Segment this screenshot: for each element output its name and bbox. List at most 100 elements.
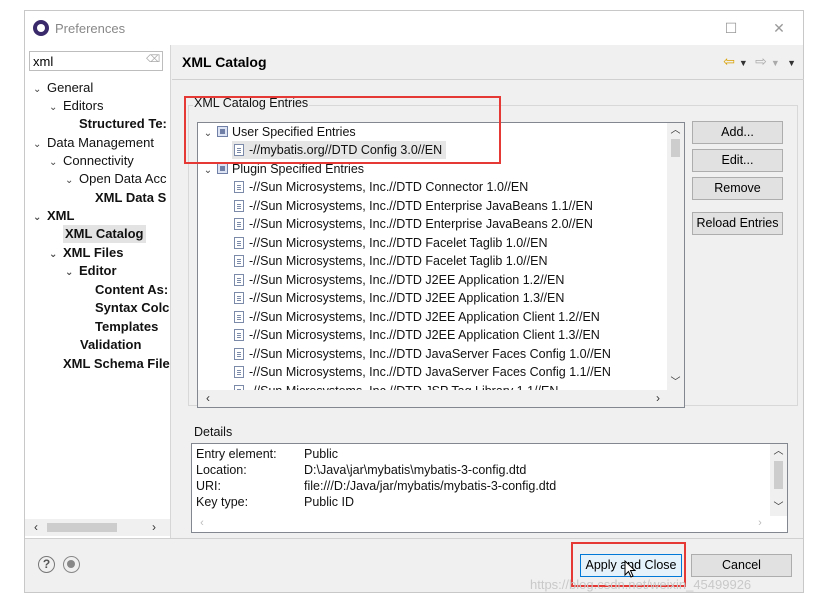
detail-row-uri: URI: file:///D:/Java/jar/mybatis/mybatis-… bbox=[196, 479, 557, 493]
tree-item-user-entries[interactable]: ⌄ User Specified Entries bbox=[202, 123, 356, 141]
title-separator bbox=[172, 79, 804, 80]
dtd-file-icon bbox=[234, 329, 244, 341]
details-vertical-scrollbar[interactable]: ︿ ﹀ bbox=[770, 444, 787, 516]
edit-entry-button[interactable]: Edit... bbox=[692, 149, 783, 172]
mouse-cursor-icon bbox=[624, 560, 636, 578]
dtd-file-icon bbox=[234, 366, 244, 378]
scroll-right-icon[interactable]: › bbox=[752, 515, 768, 532]
clear-filter-icon[interactable]: ⌫ bbox=[146, 54, 160, 66]
details-horizontal-scrollbar[interactable]: ‹ › bbox=[192, 515, 770, 532]
tree-item-xml[interactable]: ⌄ XML bbox=[33, 207, 74, 225]
page-navigation: ⇦ ▼ ⇨ ▼ ▼ bbox=[719, 53, 796, 69]
entries-group-label: XML Catalog Entries bbox=[193, 96, 310, 110]
tree-item-syntax-coloring[interactable]: Syntax Colc bbox=[95, 299, 169, 317]
scroll-left-icon[interactable]: ‹ bbox=[194, 515, 210, 532]
cancel-button[interactable]: Cancel bbox=[691, 554, 792, 577]
dtd-file-icon bbox=[234, 292, 244, 304]
tree-item-open-data-access[interactable]: ⌄ Open Data Acc bbox=[65, 170, 166, 188]
entries-vertical-scrollbar[interactable]: ︿ ﹀ bbox=[667, 123, 684, 391]
dtd-file-icon bbox=[234, 200, 244, 212]
catalog-entry[interactable]: -//Sun Microsystems, Inc.//DTD Connector… bbox=[232, 178, 528, 196]
chevron-down-icon[interactable]: ⌄ bbox=[33, 81, 47, 99]
scroll-right-icon[interactable]: › bbox=[650, 390, 666, 407]
detail-row-key-type: Key type: Public ID bbox=[196, 495, 355, 509]
forward-arrow-icon[interactable]: ⇨ bbox=[755, 53, 767, 70]
eclipse-icon bbox=[33, 20, 49, 36]
scroll-left-icon[interactable]: ‹ bbox=[29, 519, 43, 536]
scrollbar-thumb[interactable] bbox=[671, 139, 680, 157]
catalog-entry[interactable]: -//Sun Microsystems, Inc.//DTD Enterpris… bbox=[232, 215, 593, 233]
preferences-tree: ⌄ General ⌄ Editors Structured Te: ⌄ Data M… bbox=[25, 79, 170, 519]
sidebar-horizontal-scrollbar[interactable]: ‹ › bbox=[25, 519, 170, 536]
dtd-file-icon bbox=[234, 255, 244, 267]
watermark: https://blog.csdn.net/weixin_45499926 bbox=[530, 577, 752, 592]
filter-field[interactable]: ⌫ bbox=[29, 51, 163, 71]
preferences-sidebar: ⌫ ⌄General ⌄Editors Structured Te: ⌄Data… bbox=[25, 45, 171, 538]
catalog-entry[interactable]: -//Sun Microsystems, Inc.//DTD JavaServe… bbox=[232, 363, 611, 381]
catalog-entry[interactable]: -//Sun Microsystems, Inc.//DTD J2EE Appl… bbox=[232, 308, 600, 326]
catalog-entry[interactable]: -//Sun Microsystems, Inc.//DTD Enterpris… bbox=[232, 197, 593, 215]
dtd-file-icon bbox=[234, 348, 244, 360]
scrollbar-thumb[interactable] bbox=[47, 523, 117, 532]
tree-item-general[interactable]: ⌄ General bbox=[33, 79, 93, 97]
add-entry-button[interactable]: Add... bbox=[692, 121, 783, 144]
catalog-entry[interactable]: -//Sun Microsystems, Inc.//DTD J2EE Appl… bbox=[232, 271, 564, 289]
catalog-entries-tree: ⌄ User Specified Entries -//mybatis.org//… bbox=[197, 122, 685, 408]
scroll-up-icon[interactable]: ︿ bbox=[667, 123, 684, 139]
catalog-entry[interactable]: -//Sun Microsystems, Inc.//DTD Facelet T… bbox=[232, 252, 547, 270]
entries-horizontal-scrollbar[interactable]: ‹ › bbox=[198, 390, 684, 407]
dtd-file-icon bbox=[234, 311, 244, 323]
back-arrow-icon[interactable]: ⇦ bbox=[723, 53, 735, 70]
catalog-entry[interactable]: -//Sun Microsystems, Inc.//DTD Facelet T… bbox=[232, 234, 547, 252]
reload-entries-button[interactable]: Reload Entries bbox=[692, 212, 783, 235]
chevron-down-icon[interactable]: ⌄ bbox=[49, 154, 63, 172]
back-dropdown-icon[interactable]: ▼ bbox=[739, 58, 748, 68]
catalog-icon bbox=[217, 163, 228, 174]
tree-item-editor[interactable]: ⌄ Editor bbox=[65, 262, 117, 280]
chevron-down-icon[interactable]: ⌄ bbox=[65, 172, 79, 190]
chevron-down-icon[interactable]: ⌄ bbox=[65, 264, 79, 282]
catalog-entry[interactable]: -//Sun Microsystems, Inc.//DTD J2EE Appl… bbox=[232, 289, 564, 307]
scrollbar-thumb[interactable] bbox=[774, 461, 783, 489]
scroll-left-icon[interactable]: ‹ bbox=[200, 390, 216, 407]
remove-entry-button[interactable]: Remove bbox=[692, 177, 783, 200]
tree-item-content-assist[interactable]: Content As: bbox=[95, 281, 168, 299]
tree-item-validation[interactable]: Validation bbox=[80, 336, 141, 354]
tree-item-connectivity[interactable]: ⌄ Connectivity bbox=[49, 152, 134, 170]
chevron-down-icon[interactable]: ⌄ bbox=[49, 246, 63, 264]
tree-item-plugin-entries[interactable]: ⌄ Plugin Specified Entries bbox=[202, 160, 364, 178]
chevron-down-icon[interactable]: ⌄ bbox=[49, 99, 63, 117]
catalog-entry-selected[interactable]: -//mybatis.org//DTD Config 3.0//EN bbox=[232, 141, 447, 159]
tree-item-structured-text[interactable]: Structured Te: bbox=[79, 115, 167, 133]
tree-item-xml-schema-files[interactable]: XML Schema File bbox=[63, 355, 170, 373]
scroll-up-icon[interactable]: ︿ bbox=[770, 444, 787, 460]
scroll-right-icon[interactable]: › bbox=[147, 519, 161, 536]
details-label: Details bbox=[194, 425, 233, 439]
forward-dropdown-icon[interactable]: ▼ bbox=[771, 58, 780, 68]
filter-input[interactable] bbox=[30, 52, 140, 70]
chevron-down-icon[interactable]: ⌄ bbox=[202, 162, 214, 180]
record-macro-icon[interactable] bbox=[63, 556, 80, 573]
chevron-down-icon[interactable]: ⌄ bbox=[33, 209, 47, 227]
tree-item-editors[interactable]: ⌄ Editors bbox=[49, 97, 103, 115]
catalog-entry[interactable]: -//Sun Microsystems, Inc.//DTD JavaServe… bbox=[232, 345, 611, 363]
window-title: Preferences bbox=[55, 21, 126, 36]
chevron-down-icon[interactable]: ⌄ bbox=[202, 125, 214, 143]
title-bar: Preferences ☐ ✕ bbox=[25, 11, 803, 45]
tree-item-data-management[interactable]: ⌄ Data Management bbox=[33, 134, 154, 152]
maximize-icon[interactable]: ☐ bbox=[721, 18, 741, 38]
dtd-file-icon bbox=[234, 181, 244, 193]
tree-item-xml-files[interactable]: ⌄ XML Files bbox=[49, 244, 123, 262]
help-icon[interactable]: ? bbox=[38, 556, 55, 573]
detail-row-location: Location: D:\Java\jar\mybatis\mybatis-3-c… bbox=[196, 463, 527, 477]
tree-item-templates[interactable]: Templates bbox=[95, 318, 158, 336]
chevron-down-icon[interactable]: ⌄ bbox=[33, 136, 47, 154]
catalog-entry[interactable]: -//Sun Microsystems, Inc.//DTD J2EE Appl… bbox=[232, 326, 600, 344]
view-menu-icon[interactable]: ▼ bbox=[787, 58, 796, 68]
tree-item-xml-catalog[interactable]: XML Catalog bbox=[63, 225, 146, 243]
close-icon[interactable]: ✕ bbox=[769, 18, 789, 38]
scroll-down-icon[interactable]: ﹀ bbox=[770, 500, 787, 516]
scroll-down-icon[interactable]: ﹀ bbox=[667, 375, 684, 391]
catalog-icon bbox=[217, 126, 228, 137]
tree-item-xml-data-source[interactable]: XML Data S bbox=[95, 189, 166, 207]
